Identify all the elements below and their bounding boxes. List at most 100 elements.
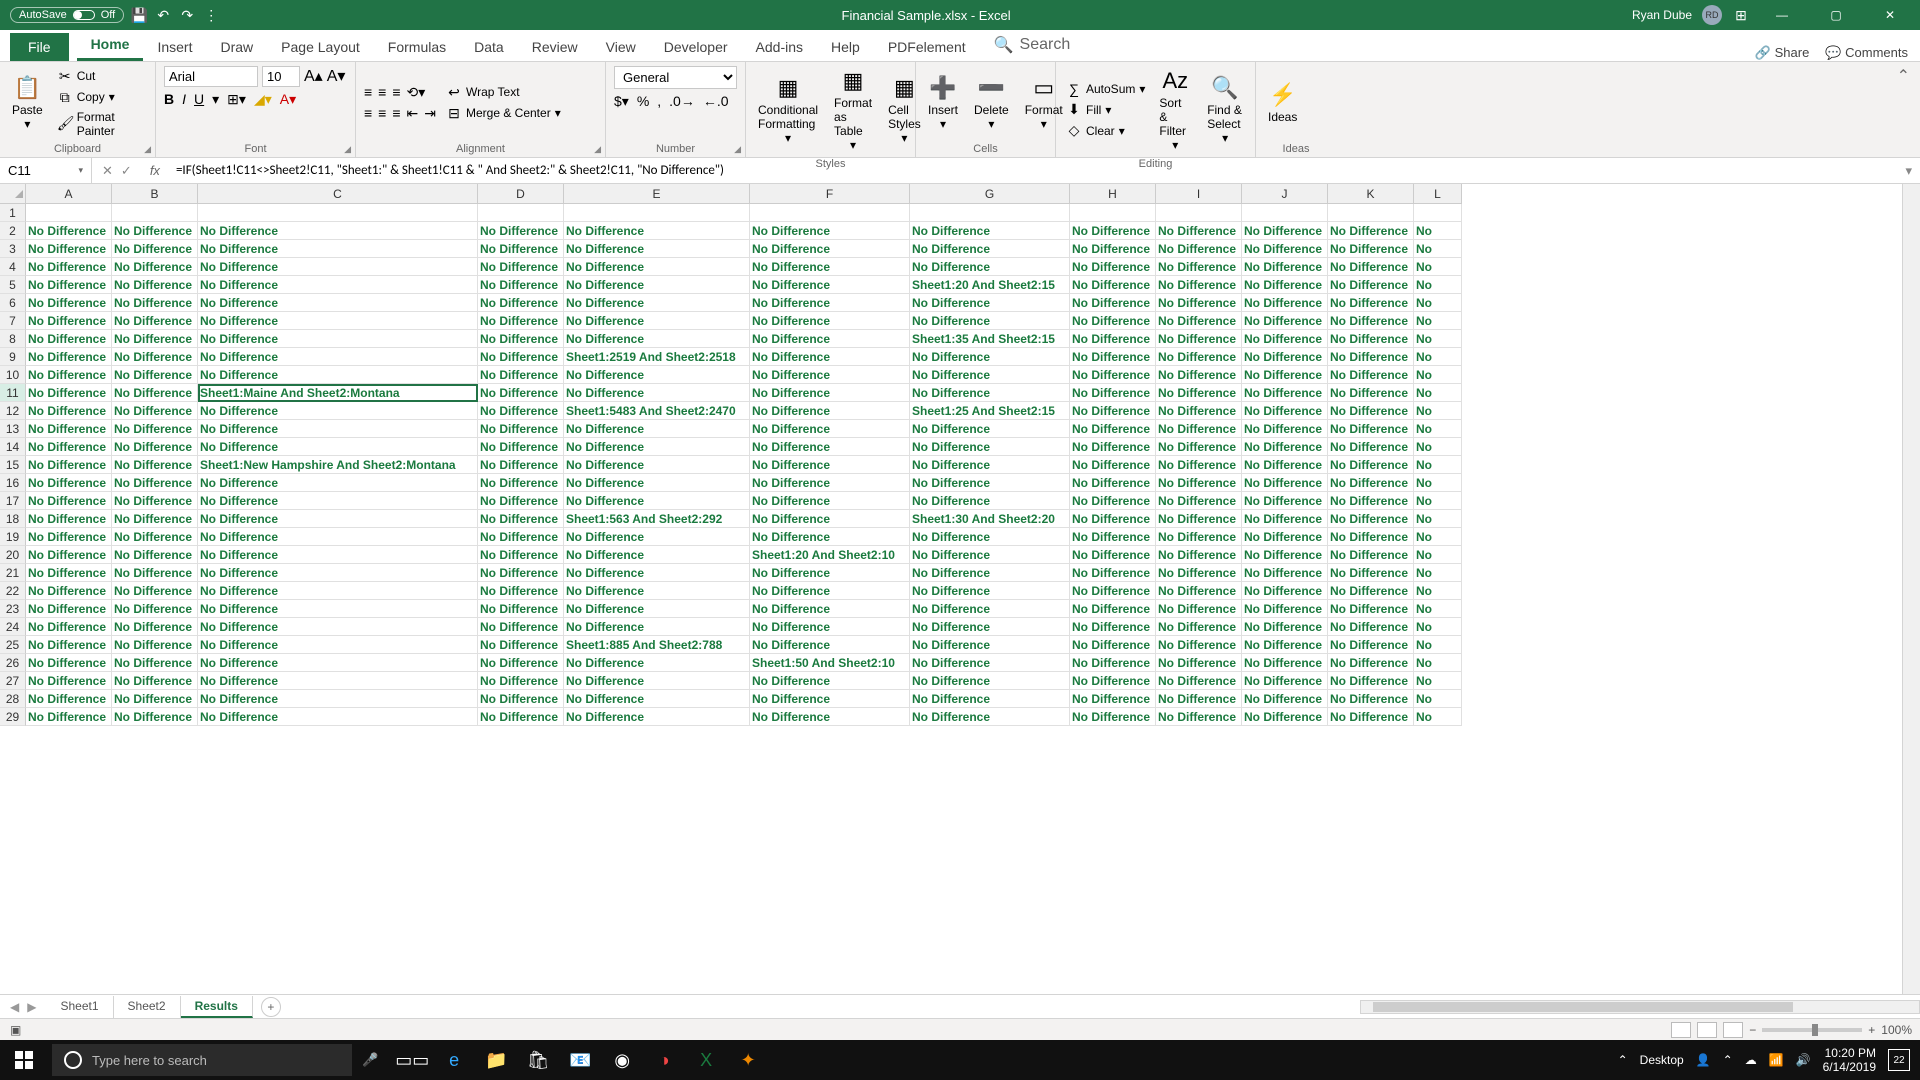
row-header[interactable]: 22 [0,582,26,600]
cell[interactable]: No Difference [750,474,910,492]
taskbar-search[interactable]: Type here to search [52,1044,352,1076]
cell[interactable]: No Difference [1070,636,1156,654]
find-select-button[interactable]: 🔍Find & Select▾ [1203,73,1247,147]
cell[interactable]: No Difference [1242,636,1328,654]
cell[interactable]: No Difference [1070,240,1156,258]
cell[interactable]: No Difference [1328,312,1414,330]
row-header[interactable]: 6 [0,294,26,312]
cell[interactable]: No Difference [478,312,564,330]
cell[interactable]: No Difference [750,690,910,708]
mail-icon[interactable]: 📧 [566,1046,594,1074]
cell[interactable]: No Difference [26,402,112,420]
cell[interactable]: Sheet1:35 And Sheet2:15 [910,330,1070,348]
cell[interactable]: No Difference [564,654,750,672]
cell[interactable]: No Difference [198,582,478,600]
cell[interactable]: No Difference [26,276,112,294]
start-button[interactable] [0,1040,48,1080]
row-header[interactable]: 16 [0,474,26,492]
font-color-button[interactable]: A▾ [280,91,296,108]
cell[interactable]: No Difference [478,222,564,240]
redo-icon[interactable]: ↷ [178,6,196,24]
cell[interactable]: No Difference [1156,618,1242,636]
cell[interactable]: No Difference [1070,474,1156,492]
cell[interactable]: No Difference [1156,582,1242,600]
border-button[interactable]: ⊞▾ [227,91,246,108]
cell[interactable]: No Difference [198,240,478,258]
cell[interactable] [910,204,1070,222]
cell[interactable]: No Difference [1242,222,1328,240]
cell[interactable]: No Difference [910,528,1070,546]
ribbon-tab-help[interactable]: Help [817,33,874,61]
cell[interactable]: No Difference [1242,510,1328,528]
cell[interactable]: No Difference [1328,492,1414,510]
excel-taskbar-icon[interactable]: X [692,1046,720,1074]
cell[interactable]: No Difference [1242,240,1328,258]
cell[interactable]: No Difference [112,420,198,438]
cell[interactable]: No Difference [478,528,564,546]
cell[interactable]: No Difference [750,222,910,240]
autosum-button[interactable]: ∑AutoSum ▾ [1064,80,1147,98]
cell[interactable]: No Difference [1070,546,1156,564]
cell[interactable]: No Difference [910,654,1070,672]
column-header[interactable]: F [750,184,910,204]
cell[interactable]: No Difference [910,438,1070,456]
ribbon-tab-review[interactable]: Review [518,33,592,61]
cell[interactable]: No Difference [478,276,564,294]
cell[interactable]: No Difference [564,600,750,618]
fx-icon[interactable]: fx [142,163,168,178]
cell[interactable]: No Difference [26,582,112,600]
clock[interactable]: 10:20 PM 6/14/2019 [1823,1046,1876,1075]
cell[interactable]: No Difference [1328,222,1414,240]
cell[interactable]: No [1414,438,1462,456]
cell[interactable]: No [1414,708,1462,726]
row-header[interactable]: 17 [0,492,26,510]
cell[interactable]: No Difference [478,258,564,276]
cell[interactable]: No Difference [1156,654,1242,672]
row-header[interactable]: 25 [0,636,26,654]
cell[interactable]: No Difference [1328,330,1414,348]
percent-icon[interactable]: % [637,93,649,110]
cell[interactable]: No Difference [1156,636,1242,654]
cut-button[interactable]: ✂Cut [55,67,147,86]
cell[interactable]: No Difference [910,348,1070,366]
cell[interactable]: No Difference [1156,384,1242,402]
conditional-formatting-button[interactable]: ▦Conditional Formatting▾ [754,73,822,147]
cell[interactable]: No Difference [198,654,478,672]
format-as-table-button[interactable]: ▦Format as Table▾ [830,66,876,154]
cell[interactable]: No Difference [1328,294,1414,312]
cell[interactable]: No Difference [910,294,1070,312]
cell[interactable]: No Difference [478,672,564,690]
cell[interactable]: No Difference [1156,240,1242,258]
cell[interactable]: No Difference [112,564,198,582]
cell[interactable]: No Difference [112,384,198,402]
undo-icon[interactable]: ↶ [154,6,172,24]
cell[interactable]: No Difference [1156,438,1242,456]
cell[interactable]: No Difference [1070,312,1156,330]
cell[interactable]: No Difference [478,582,564,600]
cell[interactable]: No Difference [750,510,910,528]
cell[interactable]: No Difference [198,618,478,636]
cell[interactable]: No [1414,546,1462,564]
ribbon-tab-file[interactable]: File [10,33,69,61]
increase-indent-icon[interactable]: ⇥ [424,105,436,122]
file-explorer-icon[interactable]: 📁 [482,1046,510,1074]
cell[interactable]: No Difference [478,240,564,258]
cell[interactable]: Sheet1:30 And Sheet2:20 [910,510,1070,528]
cell[interactable]: No Difference [1070,564,1156,582]
cell[interactable]: No Difference [112,600,198,618]
cell[interactable] [1156,204,1242,222]
cell[interactable]: No Difference [1070,618,1156,636]
cell[interactable]: No Difference [26,312,112,330]
cell[interactable]: No [1414,402,1462,420]
cell[interactable]: No Difference [564,294,750,312]
clear-button[interactable]: ◇Clear ▾ [1064,121,1147,140]
cell[interactable]: No Difference [112,672,198,690]
ribbon-tab-add-ins[interactable]: Add-ins [742,33,817,61]
cell[interactable]: No Difference [1242,708,1328,726]
cell[interactable]: No Difference [910,618,1070,636]
cell[interactable]: No [1414,510,1462,528]
task-view-icon[interactable]: ▭▭ [398,1046,426,1074]
decrease-decimal-icon[interactable]: ←.0 [703,93,729,110]
cell[interactable]: No Difference [1242,276,1328,294]
cell[interactable]: No Difference [564,312,750,330]
